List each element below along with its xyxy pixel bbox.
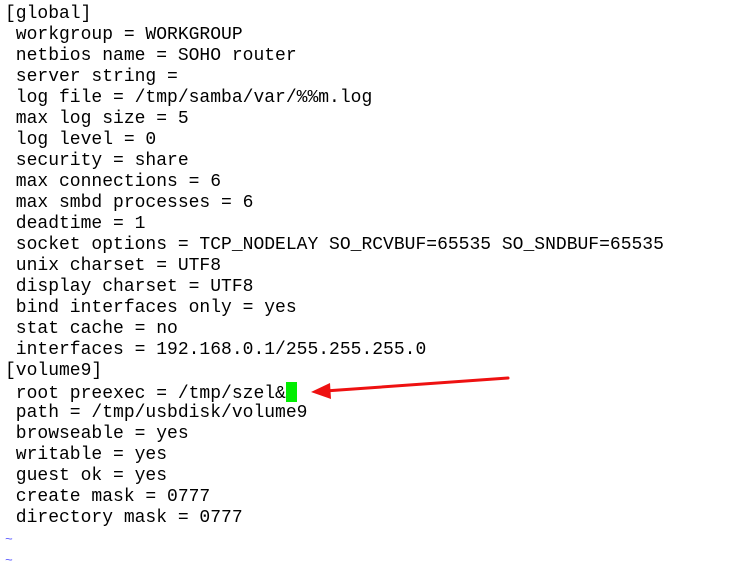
config-line: browseable = yes <box>5 424 664 445</box>
config-line: netbios name = SOHO router <box>5 46 664 67</box>
empty-line-tilde-icon: ~ <box>5 553 13 568</box>
config-line: directory mask = 0777 <box>5 508 664 529</box>
line-text: directory mask = 0777 <box>5 508 243 528</box>
line-text: max smbd processes = 6 <box>5 193 254 213</box>
config-line: max log size = 5 <box>5 109 664 130</box>
line-text: [volume9] <box>5 361 103 381</box>
line-text: root preexec = /tmp/szel& <box>5 384 286 404</box>
line-text: bind interfaces only = yes <box>5 298 297 318</box>
config-line: log level = 0 <box>5 130 664 151</box>
line-text: interfaces = 192.168.0.1/255.255.255.0 <box>5 340 427 360</box>
line-text: guest ok = yes <box>5 466 168 486</box>
config-line: create mask = 0777 <box>5 487 664 508</box>
line-text: security = share <box>5 151 189 171</box>
line-text: create mask = 0777 <box>5 487 211 507</box>
config-line: guest ok = yes <box>5 466 664 487</box>
config-line: max smbd processes = 6 <box>5 193 664 214</box>
line-text: writable = yes <box>5 445 168 465</box>
config-line: deadtime = 1 <box>5 214 664 235</box>
config-line: bind interfaces only = yes <box>5 298 664 319</box>
config-line: server string = <box>5 67 664 88</box>
line-text: server string = <box>5 67 178 87</box>
config-line: display charset = UTF8 <box>5 277 664 298</box>
config-line: workgroup = WORKGROUP <box>5 25 664 46</box>
empty-line-tilde-icon: ~ <box>5 532 13 547</box>
line-text: browseable = yes <box>5 424 189 444</box>
line-text: socket options = TCP_NODELAY SO_RCVBUF=6… <box>5 235 664 255</box>
config-section-header: [global] <box>5 4 664 25</box>
config-section-header: [volume9] <box>5 361 664 382</box>
text-editor[interactable]: [global] workgroup = WORKGROUP netbios n… <box>5 4 664 571</box>
config-line: unix charset = UTF8 <box>5 256 664 277</box>
config-line: security = share <box>5 151 664 172</box>
config-line: max connections = 6 <box>5 172 664 193</box>
config-line: log file = /tmp/samba/var/%%m.log <box>5 88 664 109</box>
line-text: path = /tmp/usbdisk/volume9 <box>5 403 308 423</box>
config-line: interfaces = 192.168.0.1/255.255.255.0 <box>5 340 664 361</box>
line-text: max connections = 6 <box>5 172 222 192</box>
config-line: path = /tmp/usbdisk/volume9 <box>5 403 664 424</box>
line-text: stat cache = no <box>5 319 178 339</box>
line-text: [global] <box>5 4 92 24</box>
line-text: unix charset = UTF8 <box>5 256 222 276</box>
line-text: log file = /tmp/samba/var/%%m.log <box>5 88 373 108</box>
config-line: writable = yes <box>5 445 664 466</box>
line-text: workgroup = WORKGROUP <box>5 25 243 45</box>
line-text: log level = 0 <box>5 130 157 150</box>
text-cursor <box>285 382 297 402</box>
line-text: max log size = 5 <box>5 109 189 129</box>
config-line: socket options = TCP_NODELAY SO_RCVBUF=6… <box>5 235 664 256</box>
config-line: root preexec = /tmp/szel& <box>5 382 664 404</box>
config-line: stat cache = no <box>5 319 664 340</box>
line-text: display charset = UTF8 <box>5 277 254 297</box>
line-text: netbios name = SOHO router <box>5 46 297 66</box>
line-text: deadtime = 1 <box>5 214 146 234</box>
